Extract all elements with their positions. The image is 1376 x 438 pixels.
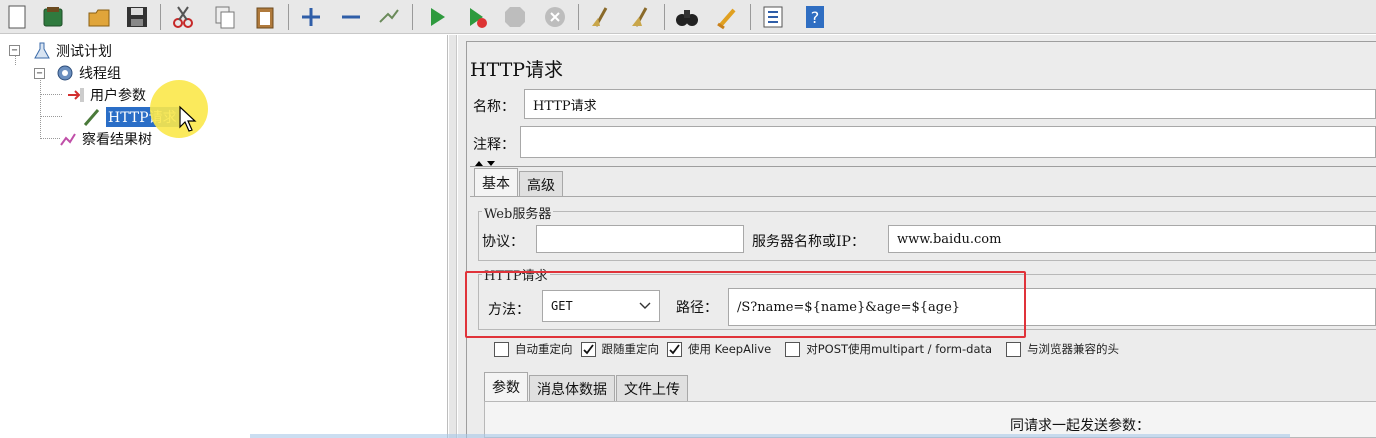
tab-file-upload[interactable]: 文件上传 [616,375,688,401]
tree-connector [40,116,62,117]
split-divider[interactable] [449,35,457,438]
follow-redirects-auto-checkbox[interactable] [494,341,509,357]
protocol-field[interactable] [536,225,744,253]
function-helper-icon[interactable] [758,2,788,32]
params-heading: 同请求一起发送参数： [1010,418,1150,434]
preprocessor-icon [66,85,86,105]
toolbar-separator [160,4,161,30]
sub-tab-bar: 参数 消息体数据 文件上传 [484,372,689,401]
reset-search-icon[interactable] [712,2,742,32]
cut-icon[interactable] [168,2,198,32]
start-icon[interactable] [422,2,452,32]
templates-icon[interactable] [38,2,68,32]
tree-label: 用户参数 [90,88,146,104]
collapse-toggle-icon[interactable]: − [34,68,45,79]
follow-redirects-checkbox[interactable] [580,341,596,357]
tree-connector [40,138,60,139]
start-no-pause-icon[interactable] [462,2,492,32]
tree-panel: − 测试计划 − 线程组 用户参数 HTTP请求 察看结果树 [0,35,448,438]
shutdown-icon[interactable] [540,2,570,32]
tree-label: 测试计划 [56,44,112,60]
multipart-checkbox[interactable] [785,341,801,357]
tab-underline [470,196,1376,197]
toolbar-separator [664,4,665,30]
bottom-strip [250,434,1290,438]
toolbar: ? [0,0,1376,34]
save-icon[interactable] [122,2,152,32]
pipette-icon [82,107,102,127]
collapse-icon[interactable] [336,2,366,32]
keepalive-checkbox[interactable] [667,341,682,357]
new-icon[interactable] [2,2,32,32]
http-request-panel: HTTP请求 名称： HTTP请求 注释： 基本 高级 Web服务器 协议： 服… [458,35,1376,438]
panel-title: HTTP请求 [470,59,564,81]
highlight-box [465,271,1026,338]
search-icon[interactable] [672,2,702,32]
tree-item-user-params[interactable]: 用户参数 [66,85,146,105]
toolbar-separator [288,4,289,30]
stop-icon[interactable] [500,2,530,32]
tab-body-data[interactable]: 消息体数据 [529,375,615,401]
protocol-label: 协议： [482,234,524,250]
toolbar-separator [412,4,413,30]
test-plan-icon [32,41,52,61]
tab-advanced[interactable]: 高级 [519,171,563,197]
collapse-toggle-icon[interactable]: − [9,45,20,56]
name-label: 名称： [473,99,515,115]
option-label: 自动重定向 [515,342,573,356]
clear-all-icon[interactable] [626,2,656,32]
open-icon[interactable] [84,2,114,32]
paste-icon[interactable] [250,2,280,32]
tree-label: 察看结果树 [82,132,152,148]
tab-basic[interactable]: 基本 [474,168,518,197]
tree-label: 线程组 [79,66,121,82]
toggle-icon[interactable] [374,2,404,32]
clear-icon[interactable] [586,2,616,32]
option-label: 与浏览器兼容的头 [1027,342,1120,356]
svg-text:?: ? [811,8,820,27]
browser-headers-checkbox[interactable] [1006,341,1022,357]
option-label: 使用 KeepAlive [688,342,772,356]
comment-label: 注释： [473,137,515,153]
params-area [484,401,1376,438]
tree-item-thread-group[interactable]: 线程组 [55,63,121,83]
separator [470,166,1376,167]
server-label: 服务器名称或IP： [752,234,865,250]
option-label: 对POST使用multipart / form-data [806,342,993,356]
options-row: 自动重定向 跟随重定向 使用 KeepAlive 对POST使用multipar… [494,341,1127,357]
copy-icon[interactable] [210,2,240,32]
tree-connector [40,77,41,137]
gear-icon [55,63,75,83]
tree-item-result-tree[interactable]: 察看结果树 [58,129,152,149]
listener-icon [58,129,78,149]
server-field[interactable]: www.baidu.com [888,225,1376,253]
mouse-pointer-icon [179,105,197,132]
help-icon[interactable]: ? [800,2,830,32]
web-server-title: Web服务器 [482,203,554,222]
tree-connector [40,94,62,95]
expand-icon[interactable] [296,2,326,32]
tree-item-test-plan[interactable]: 测试计划 [32,41,112,61]
toolbar-separator [578,4,579,30]
option-label: 跟随重定向 [601,342,660,356]
comment-field[interactable] [520,126,1376,158]
tab-params[interactable]: 参数 [484,372,528,401]
name-field[interactable]: HTTP请求 [524,89,1376,119]
toolbar-separator [750,4,751,30]
tab-bar: 基本 高级 [474,168,564,197]
